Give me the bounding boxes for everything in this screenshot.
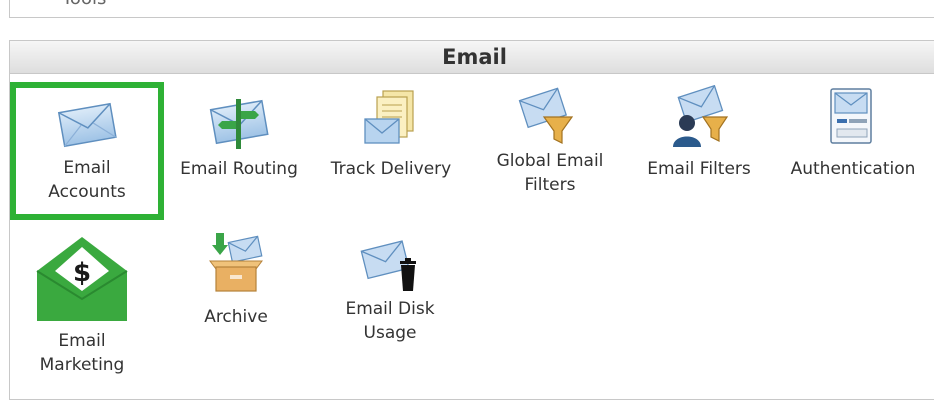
tools-heading-cut: Tools — [62, 0, 106, 8]
email-disk-usage-link[interactable]: Email Disk Usage — [328, 231, 452, 361]
email-routing-link[interactable]: Email Routing — [166, 87, 312, 217]
authentication-link[interactable]: Authentication — [776, 87, 930, 217]
email-marketing-label: Email Marketing — [39, 331, 125, 375]
global-email-filters-label: Global Email Filters — [496, 151, 604, 195]
authentication-label: Authentication — [790, 159, 916, 179]
email-panel-title: Email — [10, 41, 934, 74]
email-accounts-link[interactable]: Email Accounts — [10, 82, 164, 220]
email-accounts-label: Email Accounts — [48, 158, 126, 202]
email-marketing-link[interactable]: $ Email Marketing — [20, 231, 144, 381]
email-panel: Email Email Accounts Email Routing Track… — [9, 40, 934, 400]
email-filters-label: Email Filters — [647, 159, 751, 179]
routing-sign-icon — [207, 91, 271, 155]
archive-label: Archive — [204, 307, 268, 327]
id-card-envelope-icon — [821, 85, 885, 153]
tools-panel-remnant: Tools — [9, 0, 934, 18]
dollar-envelope-icon: $ — [33, 235, 131, 329]
email-routing-label: Email Routing — [180, 159, 298, 179]
archive-link[interactable]: Archive — [178, 231, 294, 341]
email-filters-link[interactable]: Email Filters — [634, 84, 764, 217]
envelope-trash-icon — [358, 235, 422, 299]
track-delivery-label: Track Delivery — [330, 159, 452, 179]
envelope-icon — [55, 94, 119, 156]
global-email-filters-link[interactable]: Global Email Filters — [476, 87, 624, 217]
funnel-envelope-icon — [518, 85, 582, 153]
email-disk-usage-label: Email Disk Usage — [345, 299, 435, 343]
track-delivery-link[interactable]: Track Delivery — [315, 87, 467, 217]
svg-text:$: $ — [73, 258, 91, 288]
documents-envelope-icon — [359, 87, 423, 155]
archive-box-icon — [204, 231, 268, 297]
user-funnel-icon — [667, 84, 731, 153]
